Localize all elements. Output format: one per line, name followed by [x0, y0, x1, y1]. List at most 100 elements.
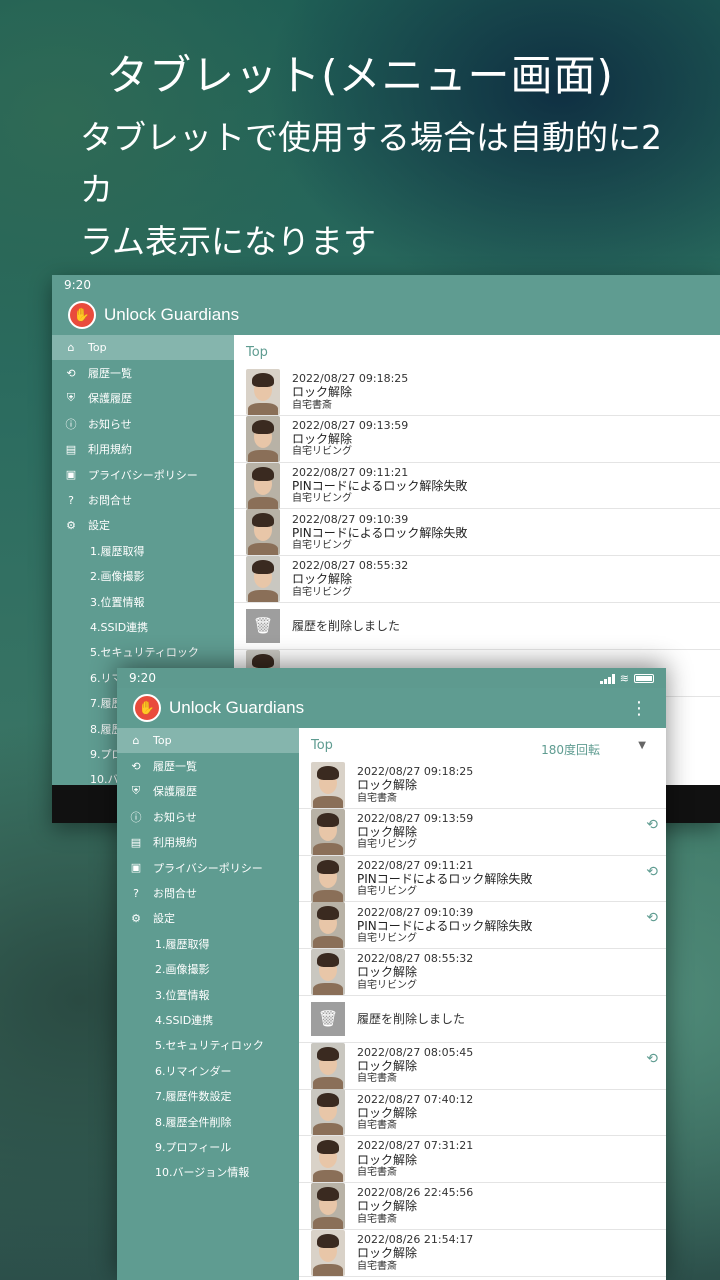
sidebar-item[interactable]: ⟲ 履歴一覧 — [52, 360, 234, 385]
list-item[interactable]: 2022/08/27 09:18:25 ロック解除 自宅書斎 — [234, 368, 720, 416]
list-item[interactable]: 2022/08/27 09:13:59 ロック解除 自宅リビング — [234, 415, 720, 463]
avatar — [311, 1183, 345, 1230]
home-icon: ⌂ — [132, 734, 140, 748]
avatar — [311, 761, 345, 808]
event-location: 自宅書斎 — [357, 1167, 397, 1179]
avatar — [311, 808, 345, 855]
privacy-icon: ▣ — [130, 861, 142, 875]
main-panel: Top 180度回転 ▼ 2022/08/27 09:18:25 ロック解除 自宅書… — [299, 728, 666, 1280]
sidebar-item-label: 保護履歴 — [88, 392, 132, 406]
overflow-menu-icon[interactable]: ⋮ — [630, 698, 648, 719]
event-date: 2022/08/27 09:10:39 — [357, 905, 474, 919]
wifi-icon: ≋ — [619, 672, 629, 685]
list-item[interactable]: 2022/08/27 09:10:39 PINコードによるロック解除失敗 自宅リビン… — [234, 509, 720, 557]
list-item[interactable]: 🗑 履歴を削除しました — [299, 996, 666, 1043]
privacy-icon: ▣ — [65, 468, 77, 482]
list-item[interactable]: 2022/08/26 22:45:56 ロック解除 自宅書斎 — [299, 1183, 666, 1230]
sidebar-item-label: 7.履歴件数設定 — [155, 1090, 232, 1104]
app-logo-icon: ✋ — [133, 694, 161, 722]
sidebar-item[interactable]: ▣ プライバシーポリシー — [52, 462, 234, 487]
event-date: 2022/08/27 08:05:45 — [357, 1045, 474, 1059]
history-lock-icon[interactable]: ⟲ — [646, 817, 658, 833]
sidebar-item[interactable]: 8.履歴全件削除 — [117, 1109, 299, 1134]
list-item[interactable]: 2022/08/27 09:13:59 ロック解除 自宅リビング ⟲ — [299, 808, 666, 856]
list-item[interactable]: 2022/08/27 09:11:21 PINコードによるロック解除失敗 自宅リビン… — [299, 855, 666, 903]
event-type: ロック解除 — [357, 965, 418, 980]
sidebar-item[interactable]: ▣ プライバシーポリシー — [117, 855, 299, 880]
tablet-screenshot-front: 9:20 ≋ ✋ Unlock Guardians ⋮ ⌂ Top ⟲ 履歴一覧 ⛨ 保護… — [117, 668, 666, 1280]
sidebar-item[interactable]: 1.履歴取得 — [52, 538, 234, 563]
sidebar-item[interactable]: ▤ 利用規約 — [52, 437, 234, 462]
help-icon: ? — [133, 886, 139, 900]
event-location: 自宅リビング — [357, 839, 417, 851]
event-location: 自宅書斎 — [357, 792, 397, 804]
sidebar-item[interactable]: 3.位置情報 — [117, 982, 299, 1007]
history-lock-icon[interactable]: ⟲ — [646, 1051, 658, 1067]
sidebar-item[interactable]: ▤ 利用規約 — [117, 830, 299, 855]
sidebar-item[interactable]: ⌂ Top — [117, 728, 299, 754]
avatar — [246, 368, 280, 415]
list-item[interactable]: 2022/08/27 08:55:32 ロック解除 自宅リビング — [234, 556, 720, 603]
list-item[interactable]: 2022/08/27 08:05:45 ロック解除 自宅書斎 ⟲ — [299, 1042, 666, 1090]
app-bar: ✋ Unlock Guardians — [52, 295, 720, 335]
sidebar-item-label: 10.バージョン情報 — [155, 1166, 250, 1180]
sidebar-item-label: 5.セキュリティロック — [90, 646, 199, 660]
sidebar-item[interactable]: 1.履歴取得 — [117, 931, 299, 956]
list-item[interactable]: 2022/08/27 09:18:25 ロック解除 自宅書斎 — [299, 761, 666, 809]
trash-icon: 🗑 — [246, 608, 280, 643]
event-date: 2022/08/27 09:13:59 — [357, 811, 474, 825]
sidebar-item[interactable]: ⚙ 設定 — [117, 906, 299, 931]
event-location: 自宅リビング — [292, 493, 352, 505]
event-date: 2022/08/27 07:31:21 — [357, 1139, 474, 1153]
chevron-down-icon[interactable]: ▼ — [638, 740, 646, 751]
event-date: 2022/08/27 07:40:12 — [357, 1092, 474, 1106]
sidebar-item[interactable]: 9.プロフィール — [117, 1134, 299, 1159]
sidebar-item[interactable]: ? お問合せ — [52, 487, 234, 512]
event-type: ロック解除 — [357, 1059, 418, 1074]
sidebar-item-label: 履歴一覧 — [153, 760, 197, 774]
event-type: ロック解除 — [357, 778, 418, 793]
sidebar-item[interactable]: ? お問合せ — [117, 880, 299, 905]
history-list: 2022/08/27 09:18:25 ロック解除 自宅書斎 2022/08/27 0… — [234, 368, 720, 697]
event-type: ロック解除 — [357, 1199, 418, 1214]
sidebar-item[interactable]: ⛨ 保護履歴 — [117, 779, 299, 804]
sidebar-item[interactable]: ⚙ 設定 — [52, 513, 234, 538]
sidebar-item[interactable]: ⟲ 履歴一覧 — [117, 753, 299, 778]
sidebar-item[interactable]: 4.SSID連携 — [117, 1007, 299, 1032]
list-item[interactable]: 2022/08/27 07:40:12 ロック解除 自宅書斎 — [299, 1089, 666, 1137]
sidebar-item[interactable]: ⛨ 保護履歴 — [52, 386, 234, 411]
list-item[interactable]: 2022/08/27 09:11:21 PINコードによるロック解除失敗 自宅リビン… — [234, 462, 720, 510]
sidebar-item-label: Top — [88, 341, 107, 355]
sidebar-item[interactable]: 10.バージョン情報 — [117, 1160, 299, 1185]
history-lock-icon[interactable]: ⟲ — [646, 864, 658, 880]
sidebar-item[interactable]: 3.位置情報 — [52, 589, 234, 614]
list-item[interactable]: 2022/08/27 08:55:32 ロック解除 自宅リビング — [299, 949, 666, 996]
sidebar-item[interactable]: 5.セキュリティロック — [117, 1033, 299, 1058]
avatar — [246, 509, 280, 556]
list-item[interactable]: 2022/08/27 09:10:39 PINコードによるロック解除失敗 自宅リビン… — [299, 902, 666, 950]
gear-icon: ⚙ — [66, 518, 76, 532]
sidebar-item[interactable]: 6.リマインダー — [117, 1058, 299, 1083]
gear-icon: ⚙ — [131, 911, 141, 925]
event-date: 2022/08/27 08:55:32 — [292, 559, 409, 573]
sidebar-item[interactable]: 4.SSID連携 — [52, 614, 234, 639]
sidebar-item[interactable]: ⌂ Top — [52, 335, 234, 361]
terms-icon: ▤ — [130, 835, 142, 849]
page-title: Top — [246, 344, 268, 360]
sidebar-item[interactable]: 2.画像撮影 — [52, 564, 234, 589]
list-item[interactable]: 2022/08/26 21:54:17 ロック解除 自宅書斎 — [299, 1229, 666, 1277]
event-type: ロック解除 — [357, 1246, 418, 1261]
list-item[interactable]: 2022/08/27 07:31:21 ロック解除 自宅書斎 — [299, 1136, 666, 1184]
list-item[interactable]: 🗑 履歴を削除しました — [234, 603, 720, 650]
sidebar-item[interactable]: 7.履歴件数設定 — [117, 1083, 299, 1108]
rotate-select[interactable]: 180度回転 — [541, 741, 600, 758]
sidebar-item[interactable]: ⓘ お知らせ — [52, 411, 234, 436]
sidebar-item[interactable]: 2.画像撮影 — [117, 957, 299, 982]
avatar — [311, 855, 345, 902]
sidebar-item[interactable]: 5.セキュリティロック — [52, 640, 234, 665]
info-icon: ⓘ — [130, 810, 142, 824]
history-lock-icon[interactable]: ⟲ — [646, 910, 658, 926]
sidebar-item[interactable]: ⓘ お知らせ — [117, 804, 299, 829]
event-location: 自宅リビング — [357, 933, 417, 945]
hero-subtitle: タブレットで使用する場合は自動的に2カ ラム表示になります — [80, 112, 680, 268]
